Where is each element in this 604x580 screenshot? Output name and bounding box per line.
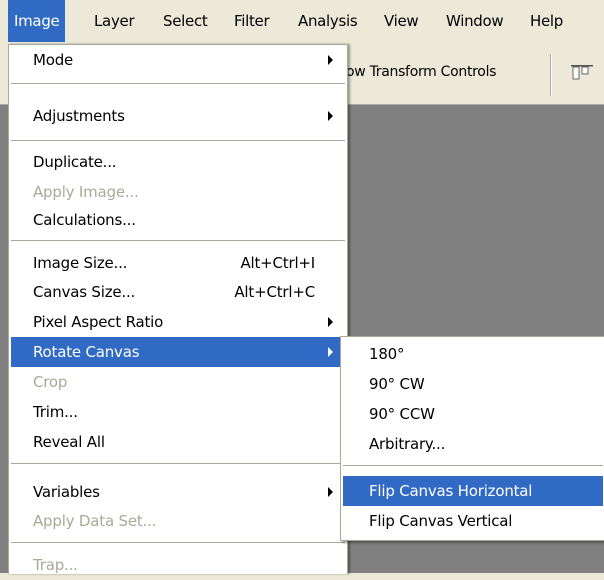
menu-item-apply-data-set: Apply Data Set... xyxy=(11,506,345,536)
menu-item-trap: Trap... xyxy=(11,550,345,580)
menu-item-label: Arbitrary... xyxy=(369,435,446,453)
menu-item-label: Calculations... xyxy=(33,211,136,229)
menu-item-mode[interactable]: Mode xyxy=(11,45,345,75)
image-menu: Mode Adjustments Duplicate... Apply Imag… xyxy=(8,44,348,574)
submenu-item-flip-canvas-vertical[interactable]: Flip Canvas Vertical xyxy=(343,506,603,536)
menu-item-shortcut: Alt+Ctrl+I xyxy=(240,254,315,272)
menu-item-adjustments[interactable]: Adjustments xyxy=(11,101,345,131)
align-top-icon[interactable] xyxy=(570,64,594,82)
menu-separator xyxy=(343,465,603,466)
menu-help[interactable]: Help xyxy=(524,0,569,42)
show-transform-controls-label[interactable]: ow Transform Controls xyxy=(346,64,496,80)
menu-item-shortcut: Alt+Ctrl+C xyxy=(234,283,315,301)
menu-analysis[interactable]: Analysis xyxy=(292,0,363,42)
menu-item-label: Mode xyxy=(33,51,74,69)
menu-item-label: Rotate Canvas xyxy=(33,343,140,361)
menu-item-label: Trim... xyxy=(33,403,78,421)
menu-item-rotate-canvas[interactable]: Rotate Canvas xyxy=(11,337,345,367)
menu-item-image-size[interactable]: Image Size... Alt+Ctrl+I xyxy=(11,248,345,278)
submenu-arrow-icon xyxy=(328,55,333,65)
menu-item-label: Trap... xyxy=(33,556,78,574)
options-separator xyxy=(550,54,552,96)
menu-item-label: Flip Canvas Horizontal xyxy=(369,482,533,500)
menu-view[interactable]: View xyxy=(378,0,424,42)
menubar: Image Layer Select Filter Analysis View … xyxy=(0,0,604,45)
menu-item-label: Reveal All xyxy=(33,433,105,451)
submenu-item-arbitrary[interactable]: Arbitrary... xyxy=(343,429,603,459)
menu-separator xyxy=(11,83,345,84)
menu-item-label: 180° xyxy=(369,345,405,363)
menu-select[interactable]: Select xyxy=(157,0,213,42)
submenu-item-180[interactable]: 180° xyxy=(343,339,603,369)
menu-item-label: Apply Image... xyxy=(33,183,139,201)
menu-window[interactable]: Window xyxy=(440,0,509,42)
menu-separator xyxy=(11,240,345,241)
menu-separator xyxy=(11,542,345,543)
menu-item-label: Apply Data Set... xyxy=(33,512,157,530)
menu-item-label: Crop xyxy=(33,373,68,391)
menu-item-label: 90° CW xyxy=(369,375,425,393)
menu-separator xyxy=(11,463,345,464)
menu-item-label: Adjustments xyxy=(33,107,125,125)
menu-item-label: Pixel Aspect Ratio xyxy=(33,313,164,331)
menu-item-label: Flip Canvas Vertical xyxy=(369,512,513,530)
menu-item-variables[interactable]: Variables xyxy=(11,477,345,507)
menu-item-label: Canvas Size... xyxy=(33,283,136,301)
submenu-arrow-icon xyxy=(328,111,333,121)
menu-layer[interactable]: Layer xyxy=(88,0,140,42)
menu-item-duplicate[interactable]: Duplicate... xyxy=(11,147,345,177)
menu-item-label: Variables xyxy=(33,483,100,501)
menu-separator xyxy=(11,140,345,141)
submenu-arrow-icon xyxy=(328,317,333,327)
submenu-item-flip-canvas-horizontal[interactable]: Flip Canvas Horizontal xyxy=(343,476,603,506)
menu-image[interactable]: Image xyxy=(8,0,66,42)
menu-item-label: Image Size... xyxy=(33,254,128,272)
menu-item-label: 90° CCW xyxy=(369,405,435,423)
submenu-item-90-cw[interactable]: 90° CW xyxy=(343,369,603,399)
menu-item-label: Duplicate... xyxy=(33,153,117,171)
rotate-canvas-submenu: 180° 90° CW 90° CCW Arbitrary... Flip Ca… xyxy=(340,336,604,541)
menu-item-canvas-size[interactable]: Canvas Size... Alt+Ctrl+C xyxy=(11,277,345,307)
menu-item-reveal-all[interactable]: Reveal All xyxy=(11,427,345,457)
menu-filter[interactable]: Filter xyxy=(228,0,275,42)
submenu-item-90-ccw[interactable]: 90° CCW xyxy=(343,399,603,429)
menu-item-trim[interactable]: Trim... xyxy=(11,397,345,427)
menu-item-crop: Crop xyxy=(11,367,345,397)
submenu-arrow-icon xyxy=(328,347,333,357)
menu-item-apply-image: Apply Image... xyxy=(11,177,345,207)
menu-item-pixel-aspect-ratio[interactable]: Pixel Aspect Ratio xyxy=(11,307,345,337)
submenu-arrow-icon xyxy=(328,487,333,497)
menu-item-calculations[interactable]: Calculations... xyxy=(11,205,345,235)
